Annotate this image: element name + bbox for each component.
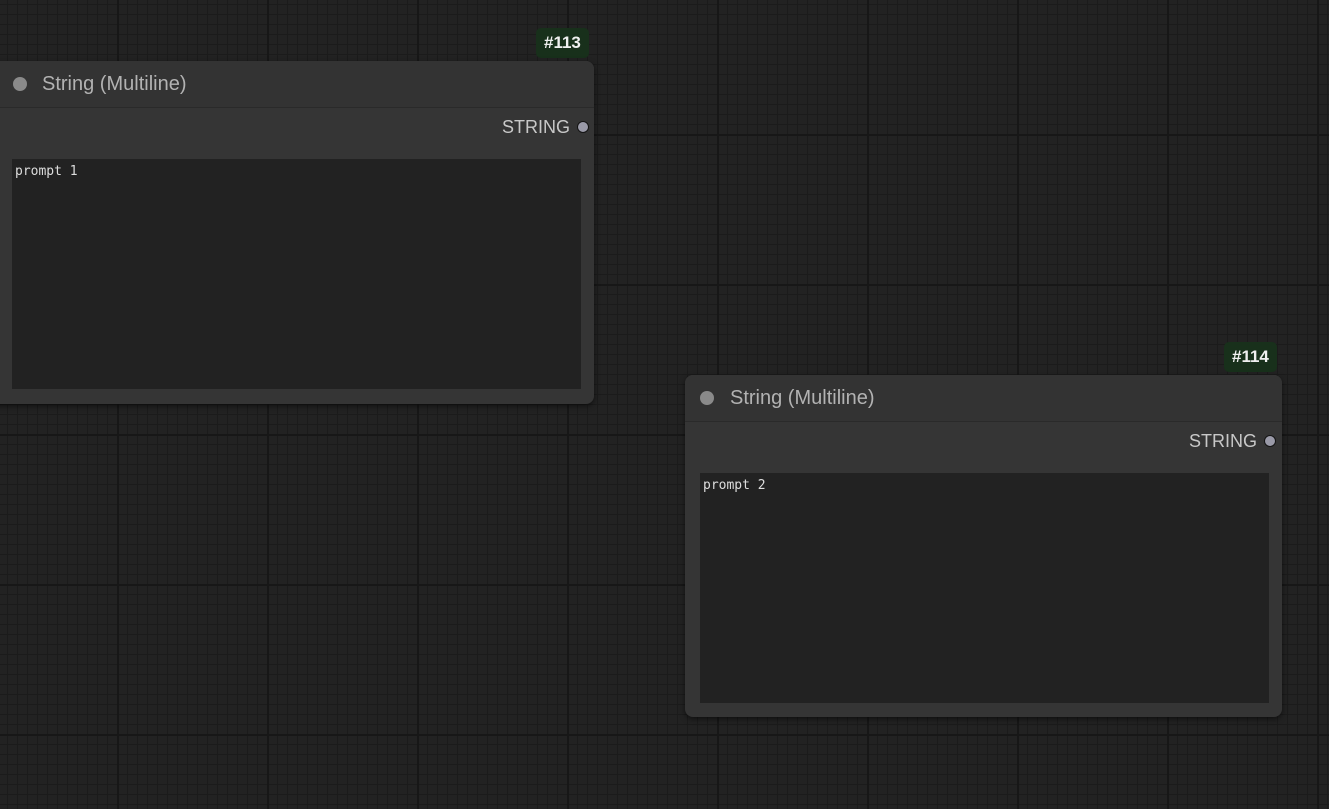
- output-slot-dot-icon[interactable]: [1264, 435, 1276, 447]
- output-label: STRING: [1188, 430, 1257, 451]
- node-title: String (Multiline): [42, 73, 187, 95]
- string-multiline-node[interactable]: String (Multiline) STRING prompt 1: [0, 61, 594, 404]
- node-id-badge: #113: [536, 28, 589, 58]
- output-slot-string[interactable]: STRING: [1189, 430, 1276, 452]
- text-input-area[interactable]: prompt 1: [12, 159, 581, 389]
- text-input-area[interactable]: prompt 2: [700, 473, 1269, 703]
- collapse-dot-icon[interactable]: [13, 77, 27, 91]
- node-id-badge: #114: [1224, 342, 1277, 372]
- output-label: STRING: [501, 116, 570, 137]
- output-slot-dot-icon[interactable]: [577, 121, 589, 133]
- collapse-dot-icon[interactable]: [700, 391, 714, 405]
- node-title: String (Multiline): [730, 387, 875, 409]
- string-multiline-node[interactable]: String (Multiline) STRING prompt 2: [685, 375, 1282, 717]
- node-header[interactable]: String (Multiline): [685, 375, 1282, 422]
- node-header[interactable]: String (Multiline): [0, 61, 594, 108]
- output-slot-string[interactable]: STRING: [502, 116, 589, 138]
